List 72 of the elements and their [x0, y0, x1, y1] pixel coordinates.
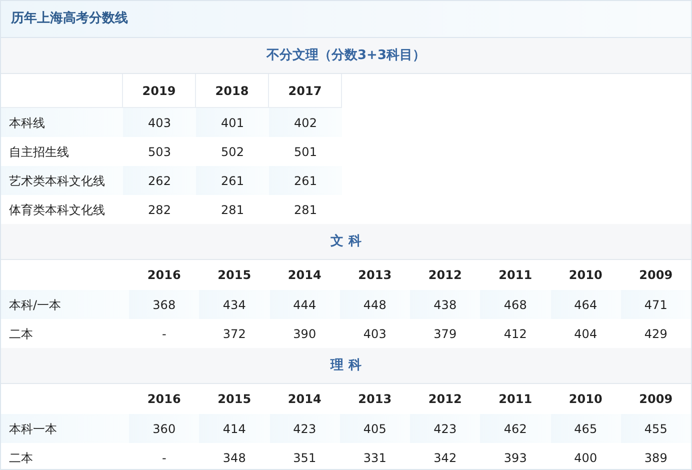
table-cell: 444 — [270, 290, 340, 319]
table-cell-text: 429 — [643, 326, 668, 342]
table-cell: 462 — [480, 414, 550, 443]
table-cell: 360 — [129, 414, 200, 443]
table-cell: 448 — [340, 290, 410, 319]
table-cell-text: 281 — [220, 202, 245, 218]
column-header: 2009 — [638, 267, 674, 284]
table-cell-text: 503 — [147, 144, 172, 160]
section-title: 不分文理（分数3+3科目） — [266, 46, 426, 65]
table-cell-text: 412 — [502, 326, 528, 342]
table-cell-text: 502 — [220, 144, 245, 160]
table-cell: 438 — [410, 290, 480, 319]
column-header: 2012 — [427, 267, 463, 284]
column-header: 2016 — [146, 391, 182, 408]
table-cell: 402 — [269, 108, 342, 137]
column-header: 2011 — [498, 391, 534, 408]
table-cell-text: 351 — [292, 450, 318, 466]
column-header: 2015 — [216, 391, 252, 408]
table-cell: 401 — [196, 108, 269, 137]
page-title: 历年上海高考分数线 — [11, 10, 128, 28]
table-cell: 423 — [270, 414, 340, 443]
table-cell-text: 331 — [362, 450, 388, 466]
table-cell-text: 393 — [502, 450, 528, 466]
table-cell-text: 403 — [362, 326, 388, 342]
column-header: 2014 — [286, 391, 322, 408]
table-cell-text: 379 — [432, 326, 458, 342]
table-cell-text: 372 — [222, 326, 247, 342]
column-header: 2011 — [498, 267, 534, 284]
column-header: 2009 — [638, 391, 674, 408]
section-title: 理 科 — [330, 356, 362, 375]
table-cell: 405 — [340, 414, 410, 443]
table-cell-text: 389 — [643, 450, 668, 466]
table-cell: 423 — [410, 414, 480, 443]
row-label: 体育类本科文化线 — [8, 202, 106, 218]
row-label: 二本 — [8, 326, 34, 342]
table-cell: 262 — [123, 166, 196, 195]
table-cell: 261 — [196, 166, 269, 195]
row-label: 自主招生线 — [8, 144, 70, 160]
table-cell-text: 348 — [222, 450, 247, 466]
table-cell: 455 — [620, 414, 691, 443]
table-cell-text: 342 — [432, 450, 458, 466]
table-cell: 468 — [480, 290, 550, 319]
table-cell-text: - — [160, 450, 168, 466]
table-cell-text: 281 — [293, 202, 318, 218]
table-cell-text: 400 — [573, 450, 598, 466]
table-cell-text: 390 — [292, 326, 318, 342]
table-cell: 464 — [550, 290, 621, 319]
table-cell-text: 282 — [147, 202, 172, 218]
row-label: 本科一本 — [1, 414, 129, 443]
column-header: 2015 — [216, 267, 252, 284]
table-cell-text: 501 — [293, 144, 318, 160]
row-label: 艺术类本科文化线 — [1, 166, 123, 195]
table-cell: 414 — [199, 414, 270, 443]
table-cell: 368 — [129, 290, 200, 319]
table-cell: 403 — [123, 108, 196, 137]
column-header: 2010 — [568, 267, 604, 284]
table-cell: 261 — [269, 166, 342, 195]
column-header: 2016 — [146, 267, 182, 284]
column-header: 2013 — [357, 267, 393, 284]
column-header: 2014 — [286, 267, 322, 284]
row-label: 本科/一本 — [1, 290, 129, 319]
table-cell: 471 — [620, 290, 691, 319]
table-cell: 434 — [199, 290, 270, 319]
column-header: 2013 — [357, 391, 393, 408]
row-label: 本科线 — [1, 108, 123, 137]
column-header: 2010 — [568, 391, 604, 408]
section-title: 文 科 — [330, 232, 362, 251]
column-header: 2012 — [427, 391, 463, 408]
table-cell-text: - — [160, 326, 168, 342]
table-cell-text: 404 — [573, 326, 598, 342]
row-label: 二本 — [8, 450, 34, 466]
table-cell: 465 — [550, 414, 621, 443]
